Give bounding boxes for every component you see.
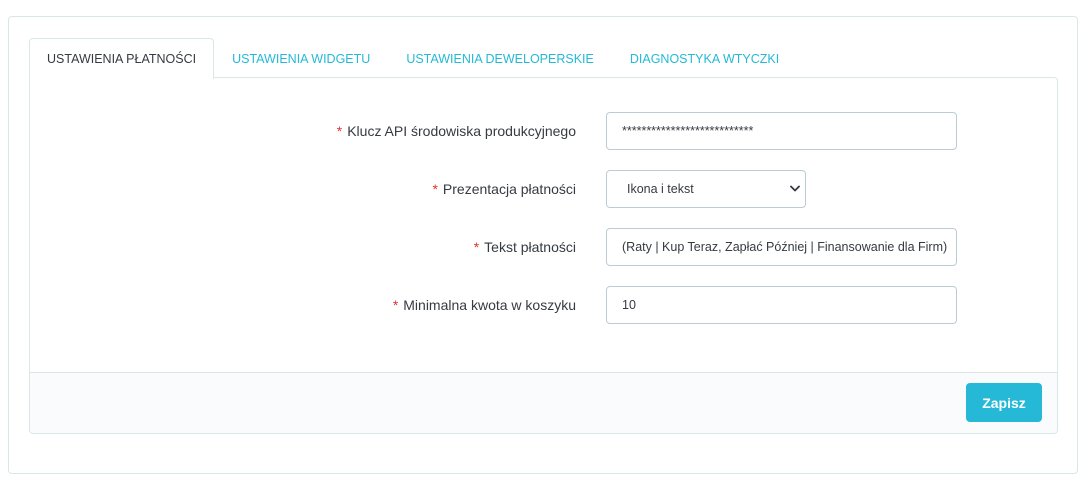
form-row-api-key: * Klucz API środowiska produkcyjnego ****… [30,112,1057,150]
required-mark: * [473,239,480,255]
required-mark: * [392,297,399,313]
tab-payment-settings[interactable]: USTAWIENIA PŁATNOŚCI [29,38,215,79]
api-key-value: *************************** [622,124,754,138]
payment-text-value: (Raty | Kup Teraz, Zapłać Później | Fina… [622,240,948,254]
save-button[interactable]: Zapisz [966,383,1042,422]
tab-bar: USTAWIENIA PŁATNOŚCI USTAWIENIA WIDGETU … [29,38,797,79]
payment-text-input[interactable]: (Raty | Kup Teraz, Zapłać Później | Fina… [606,228,957,266]
tab-widget-settings[interactable]: USTAWIENIA WIDGETU [214,38,388,78]
payment-presentation-select[interactable]: Ikona i tekst [606,170,806,208]
min-cart-amount-label-text: Minimalna kwota w koszyku [403,297,576,313]
form-panel: * Klucz API środowiska produkcyjnego ****… [29,77,1058,434]
form-row-payment-presentation: * Prezentacja płatności Ikona i tekst [30,170,1057,208]
tab-plugin-diagnostics[interactable]: DIAGNOSTYKA WTYCZKI [612,38,797,78]
settings-card: USTAWIENIA PŁATNOŚCI USTAWIENIA WIDGETU … [8,16,1078,474]
min-cart-amount-label: * Minimalna kwota w koszyku [393,286,576,324]
required-mark: * [432,181,438,197]
min-cart-amount-input[interactable]: 10 [606,286,957,324]
payment-presentation-value: Ikona i tekst [627,182,694,196]
payment-text-label: * Tekst płatności [474,228,576,266]
api-key-label: * Klucz API środowiska produkcyjnego [337,112,576,150]
api-key-input[interactable]: *************************** [606,112,957,150]
payment-text-label-text: Tekst płatności [484,239,576,255]
form-row-payment-text: * Tekst płatności (Raty | Kup Teraz, Zapł… [30,228,1057,266]
panel-footer: Zapisz [30,372,1057,433]
payment-presentation-label-text: Prezentacja płatności [442,181,576,197]
min-cart-amount-value: 10 [622,298,636,312]
required-mark: * [336,123,343,139]
form-row-min-cart-amount: * Minimalna kwota w koszyku 10 [30,286,1057,324]
chevron-down-icon [790,185,800,192]
payment-presentation-label: * Prezentacja płatności [432,170,576,208]
api-key-label-text: Klucz API środowiska produkcyjnego [347,123,576,139]
tab-developer-settings[interactable]: USTAWIENIA DEWELOPERSKIE [388,38,612,78]
